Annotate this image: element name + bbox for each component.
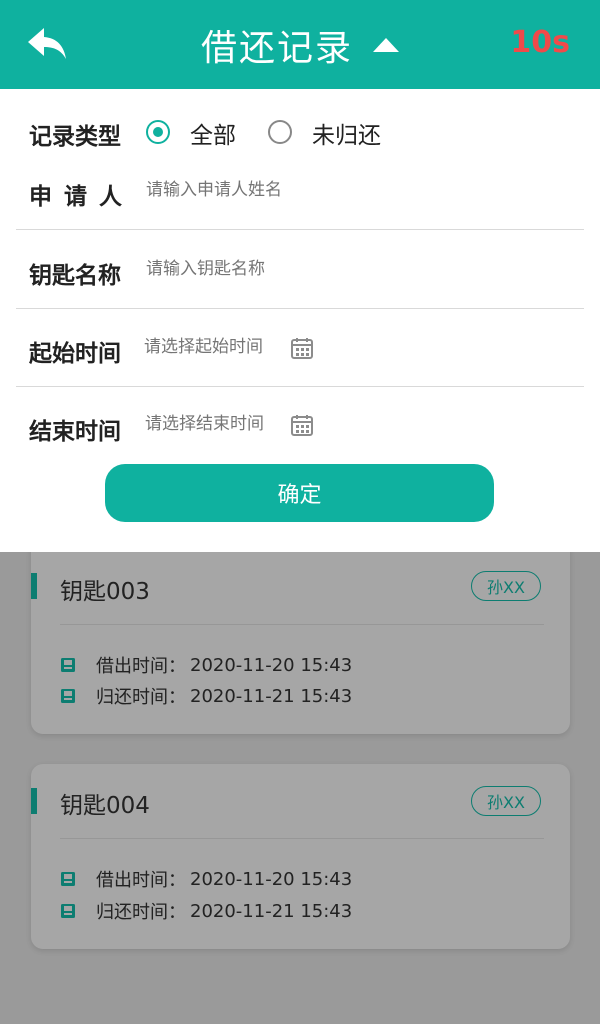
- caret-up-icon[interactable]: [373, 37, 399, 52]
- divider: [16, 308, 584, 309]
- start-time-label: 起始时间: [29, 341, 121, 367]
- card-divider: [60, 624, 544, 625]
- key-name-input[interactable]: [146, 259, 566, 279]
- key-name: 钥匙003: [60, 579, 150, 605]
- record-card[interactable]: 钥匙004 孙XX 借出时间： 2020-11-20 15:43 归还时间： 2…: [31, 764, 570, 949]
- page-title: 借还记录: [200, 27, 353, 69]
- return-time-row: 归还时间： 2020-11-21 15:43: [60, 898, 352, 924]
- end-time-input[interactable]: [145, 414, 280, 434]
- divider: [16, 229, 584, 230]
- key-name-label: 钥匙名称: [29, 263, 121, 289]
- countdown-timer: 10s: [510, 25, 570, 60]
- borrow-time-label: 借出时间：: [96, 870, 186, 891]
- app-header: 借还记录 10s: [0, 0, 600, 89]
- calendar-icon[interactable]: [290, 336, 314, 360]
- accent-bar: [31, 788, 37, 814]
- end-time-label: 结束时间: [29, 419, 121, 445]
- borrow-doc-icon: [61, 658, 75, 672]
- return-time-value: 2020-11-21 15:43: [190, 685, 353, 707]
- radio-all-label[interactable]: 全部: [190, 116, 236, 150]
- radio-unreturned-label[interactable]: 未归还: [312, 116, 381, 150]
- record-type-label: 记录类型: [29, 124, 121, 150]
- start-time-input[interactable]: [144, 337, 279, 357]
- return-time-row: 归还时间： 2020-11-21 15:43: [60, 683, 352, 709]
- radio-unreturned[interactable]: [268, 120, 292, 144]
- divider: [16, 386, 584, 387]
- return-doc-icon: [61, 689, 75, 703]
- applicant-label: 申 请 人: [29, 184, 125, 210]
- card-divider: [60, 838, 544, 839]
- borrow-time-value: 2020-11-20 15:43: [190, 868, 353, 890]
- confirm-button[interactable]: 确定: [105, 464, 494, 522]
- return-time-value: 2020-11-21 15:43: [190, 900, 353, 922]
- borrow-time-row: 借出时间： 2020-11-20 15:43: [60, 866, 352, 892]
- borrow-time-value: 2020-11-20 15:43: [190, 654, 353, 676]
- borrow-time-row: 借出时间： 2020-11-20 15:43: [60, 652, 352, 678]
- borrow-doc-icon: [61, 872, 75, 886]
- key-name: 钥匙004: [60, 793, 150, 819]
- borrow-time-label: 借出时间：: [96, 656, 186, 677]
- radio-all[interactable]: [146, 120, 170, 144]
- record-card[interactable]: 钥匙003 孙XX 借出时间： 2020-11-20 15:43 归还时间： 2…: [31, 540, 570, 734]
- calendar-icon[interactable]: [290, 413, 314, 437]
- return-time-label: 归还时间：: [96, 687, 186, 708]
- return-time-label: 归还时间：: [96, 902, 186, 923]
- applicant-input[interactable]: [146, 180, 566, 200]
- applicant-tag: 孙XX: [471, 786, 541, 816]
- accent-bar: [31, 573, 37, 599]
- return-doc-icon: [61, 904, 75, 918]
- applicant-tag: 孙XX: [471, 571, 541, 601]
